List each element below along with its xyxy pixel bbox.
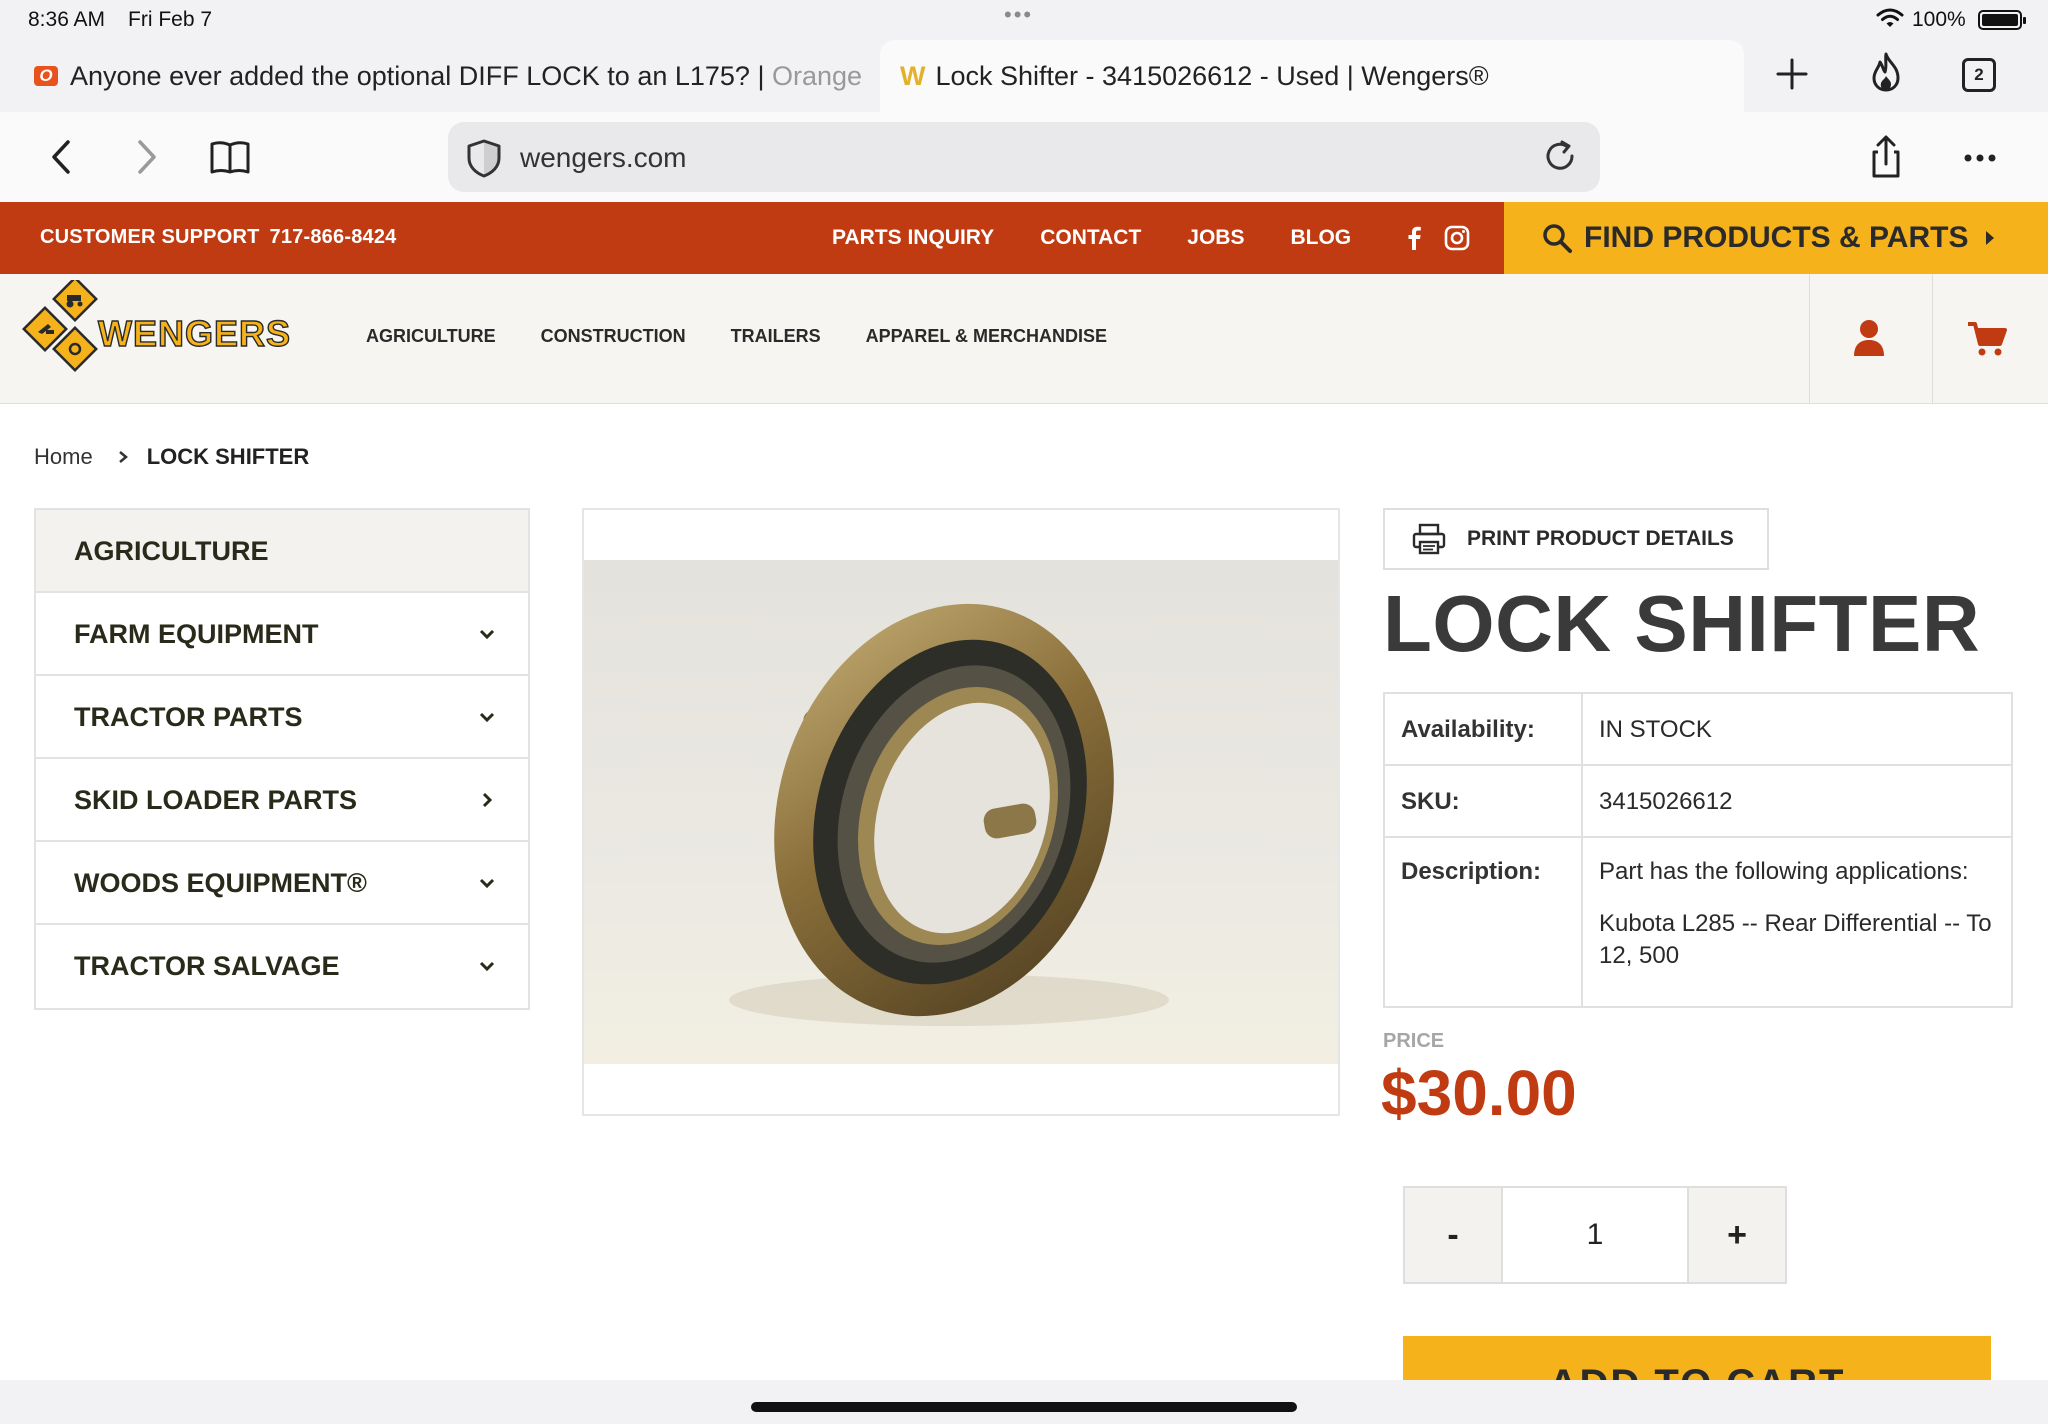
- find-products-label: FIND PRODUCTS & PARTS: [1584, 221, 1969, 254]
- sidebar-item-woods-equipment[interactable]: WOODS EQUIPMENT®: [36, 842, 528, 925]
- product-specs-table: Availability: IN STOCK SKU: 3415026612 D…: [1383, 692, 2013, 1008]
- breadcrumb-current: LOCK SHIFTER: [146, 444, 310, 469]
- chevron-down-icon[interactable]: [476, 872, 498, 894]
- address-bar[interactable]: wengers.com: [448, 122, 1600, 192]
- wengers-logo[interactable]: WENGERS: [18, 280, 318, 390]
- sidebar-item-farm-equipment[interactable]: FARM EQUIPMENT: [36, 593, 528, 676]
- browser-toolbar: wengers.com: [0, 112, 2048, 202]
- link-contact[interactable]: CONTACT: [1040, 226, 1141, 250]
- description-label: Description:: [1383, 836, 1583, 1008]
- quantity-decrease-button[interactable]: -: [1405, 1188, 1501, 1282]
- url-text[interactable]: wengers.com: [520, 142, 687, 174]
- battery-fill: [1982, 14, 2018, 26]
- support-phone-link[interactable]: 717-866-8424: [270, 226, 397, 248]
- tab-title: Lock Shifter - 3415026612 - Used | Wenge…: [935, 60, 1489, 91]
- price-label: PRICE: [1383, 1030, 1445, 1052]
- breadcrumb-home-link[interactable]: Home: [34, 444, 93, 470]
- status-bar: 8:36 AM Fri Feb 7 ••• 100%: [0, 0, 2048, 40]
- table-row: Availability: IN STOCK: [1383, 692, 2013, 766]
- battery-icon: [1978, 10, 2026, 30]
- svg-text:WENGERS: WENGERS: [98, 313, 291, 354]
- category-sidebar: AGRICULTURE FARM EQUIPMENT TRACTOR PARTS…: [34, 508, 530, 1010]
- sidebar-item-tractor-parts[interactable]: TRACTOR PARTS: [36, 676, 528, 759]
- chevron-right-icon: [1986, 231, 1995, 245]
- add-to-cart-label: ADD TO CART: [1403, 1362, 1991, 1380]
- nav-agriculture[interactable]: AGRICULTURE: [366, 326, 496, 347]
- nav-trailers[interactable]: TRAILERS: [731, 326, 821, 347]
- product-title: LOCK SHIFTER: [1383, 579, 1981, 668]
- facebook-icon[interactable]: [1400, 224, 1428, 252]
- forward-icon[interactable]: [118, 130, 174, 184]
- main-header: WENGERS AGRICULTURE CONSTRUCTION TRAILER…: [0, 274, 2048, 404]
- sidebar-item-tractor-salvage[interactable]: TRACTOR SALVAGE: [36, 925, 528, 1008]
- chevron-right-icon: [118, 451, 128, 463]
- home-indicator[interactable]: [751, 1402, 1297, 1412]
- fire-icon[interactable]: [1868, 52, 1904, 92]
- chevron-down-icon[interactable]: [476, 955, 498, 977]
- back-icon[interactable]: [34, 130, 90, 184]
- new-tab-icon[interactable]: [1770, 52, 1814, 96]
- multitask-dots-icon[interactable]: •••: [1004, 2, 1033, 28]
- account-icon[interactable]: [1852, 318, 1886, 358]
- top-links: PARTS INQUIRY CONTACT JOBS BLOG: [832, 226, 1351, 250]
- orange-favicon-icon: O: [34, 66, 58, 86]
- header-divider: [1932, 274, 1933, 404]
- tab-orange-forum[interactable]: O Anyone ever added the optional DIFF LO…: [34, 40, 864, 112]
- quantity-input[interactable]: 1: [1501, 1188, 1689, 1282]
- chevron-right-icon[interactable]: [476, 789, 498, 811]
- print-label: PRINT PRODUCT DETAILS: [1467, 527, 1734, 550]
- search-icon: [1543, 224, 1572, 253]
- share-icon[interactable]: [1858, 130, 1914, 184]
- description-value: Part has the following applications: Kub…: [1581, 836, 2013, 1008]
- wengers-favicon-icon: W: [900, 60, 926, 91]
- link-blog[interactable]: BLOG: [1290, 226, 1351, 250]
- home-indicator-bar: [0, 1380, 2048, 1424]
- header-divider: [1809, 274, 1810, 404]
- availability-value: IN STOCK: [1581, 692, 2013, 766]
- product-image-frame: [582, 508, 1340, 1116]
- chevron-down-icon[interactable]: [476, 706, 498, 728]
- reload-icon[interactable]: [1538, 134, 1582, 178]
- instagram-icon[interactable]: [1443, 224, 1471, 252]
- wifi-icon: [1876, 8, 1904, 27]
- tab-bar: O Anyone ever added the optional DIFF LO…: [0, 40, 2048, 112]
- battery-percent: 100%: [1912, 8, 1966, 31]
- sku-value: 3415026612: [1581, 764, 2013, 838]
- nav-construction[interactable]: CONSTRUCTION: [541, 326, 686, 347]
- support-bar: CUSTOMER SUPPORT 717-866-8424 PARTS INQUI…: [0, 202, 2048, 274]
- nav-apparel-merchandise[interactable]: APPAREL & MERCHANDISE: [866, 326, 1107, 347]
- availability-label: Availability:: [1383, 692, 1583, 766]
- cart-icon[interactable]: [1966, 320, 2008, 358]
- table-row: SKU: 3415026612: [1383, 764, 2013, 838]
- sidebar-item-skid-loader-parts[interactable]: SKID LOADER PARTS: [36, 759, 528, 842]
- status-date: Fri Feb 7: [128, 8, 213, 31]
- add-to-cart-button[interactable]: ADD TO CART: [1403, 1336, 1991, 1380]
- sidebar-heading[interactable]: AGRICULTURE: [36, 510, 528, 593]
- product-price: $30.00: [1381, 1057, 1577, 1129]
- product-image[interactable]: [584, 560, 1338, 1064]
- print-product-details-button[interactable]: PRINT PRODUCT DETAILS: [1383, 508, 1769, 570]
- chevron-down-icon[interactable]: [476, 623, 498, 645]
- tab-count-icon[interactable]: 2: [1962, 58, 1996, 92]
- link-jobs[interactable]: JOBS: [1187, 226, 1244, 250]
- tab-title: Anyone ever added the optional DIFF LOCK…: [70, 60, 863, 91]
- more-options-icon[interactable]: [1952, 130, 2008, 184]
- printer-icon: [1412, 523, 1446, 555]
- status-time: 8:36 AM: [28, 8, 106, 31]
- tab-wengers-active[interactable]: W Lock Shifter - 3415026612 - Used | Wen…: [880, 40, 1744, 112]
- customer-support: CUSTOMER SUPPORT 717-866-8424: [40, 226, 397, 248]
- bookmarks-icon[interactable]: [202, 130, 258, 184]
- shield-icon[interactable]: [462, 136, 506, 180]
- breadcrumb: Home LOCK SHIFTER: [34, 444, 309, 470]
- link-parts-inquiry[interactable]: PARTS INQUIRY: [832, 226, 994, 250]
- quantity-stepper: - 1 +: [1403, 1186, 1787, 1284]
- table-row: Description: Part has the following appl…: [1383, 836, 2013, 1008]
- sku-label: SKU:: [1383, 764, 1583, 838]
- find-products-button[interactable]: FIND PRODUCTS & PARTS: [1504, 202, 2048, 274]
- quantity-increase-button[interactable]: +: [1689, 1188, 1785, 1282]
- main-nav: AGRICULTURE CONSTRUCTION TRAILERS APPARE…: [366, 326, 1107, 347]
